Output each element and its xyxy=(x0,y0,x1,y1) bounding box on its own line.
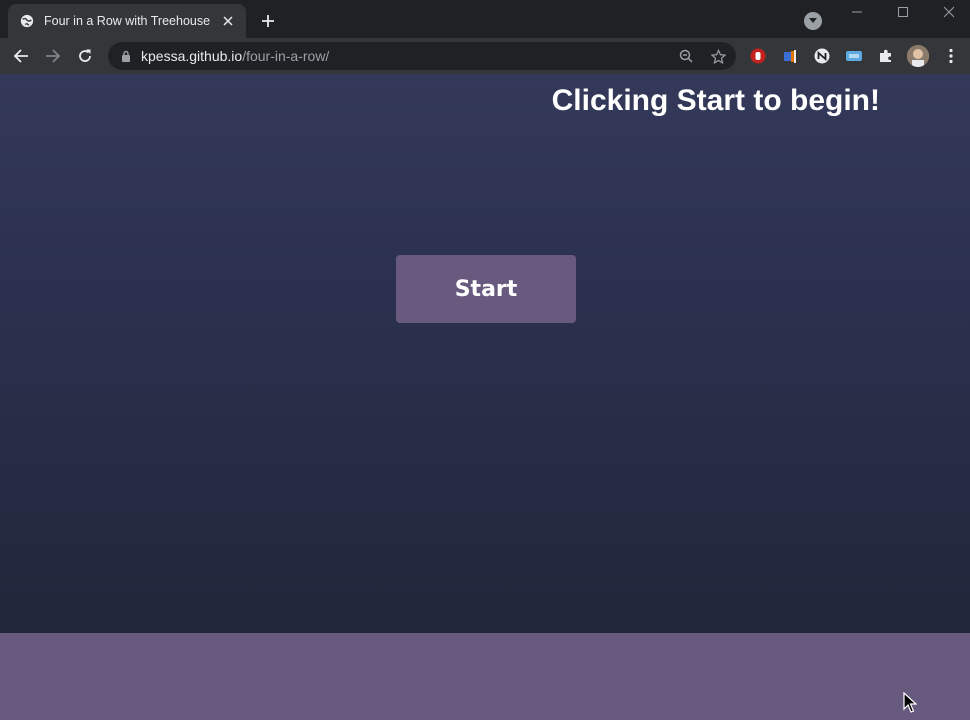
browser-toolbar: kpessa.github.io/four-in-a-row/ xyxy=(0,38,970,74)
start-button[interactable]: Start xyxy=(396,255,576,323)
puzzle-icon[interactable] xyxy=(877,47,895,65)
plus-icon[interactable] xyxy=(258,11,278,31)
extension-hand-icon[interactable] xyxy=(749,47,767,65)
tab-strip: Four in a Row with Treehouse xyxy=(0,0,970,38)
menu-dots-icon[interactable] xyxy=(942,47,960,65)
address-bar[interactable]: kpessa.github.io/four-in-a-row/ xyxy=(108,42,736,70)
game-page: Clicking Start to begin! Start xyxy=(0,74,970,633)
extension-box-icon[interactable] xyxy=(845,47,863,65)
lock-icon xyxy=(122,50,130,62)
back-icon[interactable] xyxy=(11,46,31,66)
forward-icon[interactable] xyxy=(43,46,63,66)
window-close-icon[interactable] xyxy=(935,2,963,22)
game-status-message: Clicking Start to begin! xyxy=(551,84,880,117)
browser-tab[interactable]: Four in a Row with Treehouse xyxy=(8,4,246,38)
tab-title: Four in a Row with Treehouse xyxy=(44,14,211,28)
footer-band xyxy=(0,633,970,720)
star-icon[interactable] xyxy=(710,48,726,64)
globe-icon xyxy=(20,14,34,28)
cursor-icon xyxy=(903,692,917,713)
url-path: /four-in-a-row/ xyxy=(242,48,330,64)
maximize-icon[interactable] xyxy=(889,2,917,22)
minimize-icon[interactable] xyxy=(843,2,871,22)
url-host: kpessa.github.io xyxy=(141,48,243,64)
zoom-icon[interactable] xyxy=(678,48,694,64)
tab-search-icon[interactable] xyxy=(804,12,822,30)
reload-icon[interactable] xyxy=(75,46,95,66)
extension-flag-icon[interactable] xyxy=(781,47,799,65)
profile-avatar[interactable] xyxy=(907,45,929,67)
extension-n-icon[interactable] xyxy=(813,47,831,65)
close-icon[interactable] xyxy=(220,13,236,29)
